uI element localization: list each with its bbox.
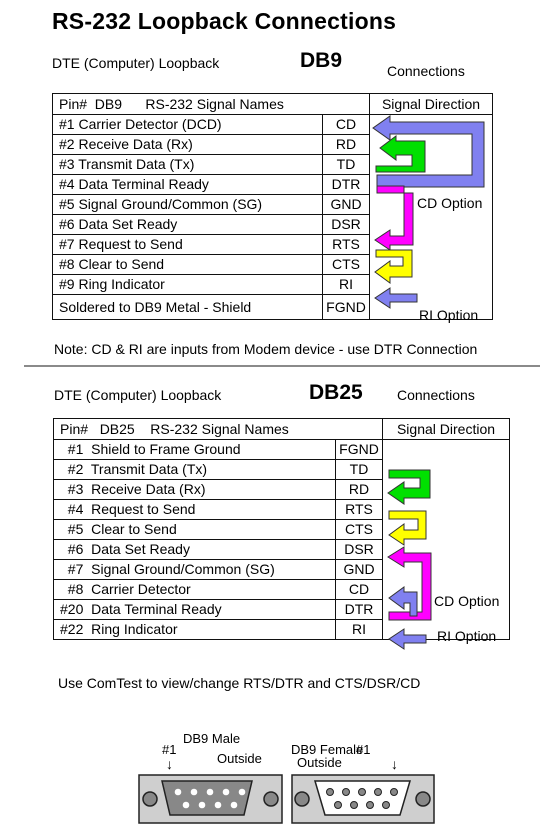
db9-male-connector-icon	[138, 774, 283, 824]
connector-drawings	[138, 774, 435, 824]
db9-female-connector-icon	[291, 774, 435, 824]
